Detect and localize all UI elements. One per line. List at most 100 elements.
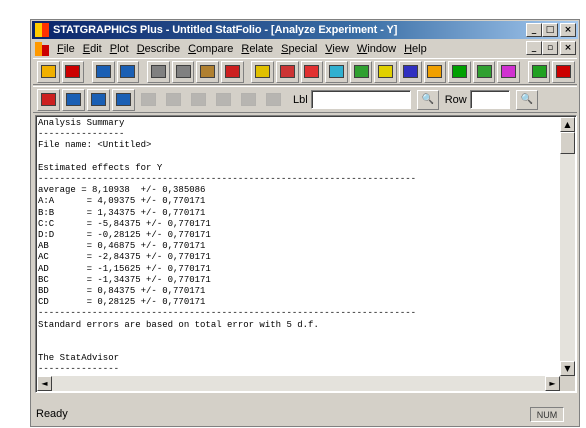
statadvisor-button[interactable] bbox=[527, 60, 551, 83]
output-line: File name: <Untitled> bbox=[38, 140, 152, 151]
plot-options-button[interactable] bbox=[251, 60, 275, 83]
table-button[interactable] bbox=[116, 60, 140, 83]
statgraphics-app-icon[interactable] bbox=[35, 23, 49, 37]
pane-options-icon bbox=[116, 93, 131, 106]
analysis-summary-text[interactable]: Analysis Summary ---------------- File nam… bbox=[38, 118, 560, 376]
graph-icon bbox=[353, 65, 369, 78]
graphs-options-icon bbox=[91, 93, 106, 106]
output-line: BC = -1,34375 +/- 0,770171 bbox=[38, 274, 211, 285]
bar-chart-button[interactable] bbox=[300, 60, 324, 83]
save-results-icon bbox=[141, 93, 156, 106]
find-row-icon[interactable]: 🔍 bbox=[515, 89, 538, 110]
output-line: AD = -1,15625 +/- 0,770171 bbox=[38, 263, 211, 274]
menu-relate[interactable]: Relate bbox=[237, 43, 277, 55]
tables-options-icon bbox=[66, 93, 81, 106]
vertical-scroll-thumb[interactable] bbox=[560, 132, 575, 154]
menu-help[interactable]: Help bbox=[400, 43, 431, 55]
maximize-button[interactable]: □ bbox=[542, 23, 558, 37]
analysis-toolbar: Lbl 🔍 Row 🔍 bbox=[33, 86, 577, 113]
menu-file[interactable]: File bbox=[53, 43, 79, 55]
menu-special[interactable]: Special bbox=[277, 43, 321, 55]
output-line: A:A = 4,09375 +/- 0,770171 bbox=[38, 196, 206, 207]
data-sheet-button[interactable] bbox=[92, 60, 115, 83]
output-line: C:C = -5,84375 +/- 0,770171 bbox=[38, 218, 211, 229]
menu-window[interactable]: Window bbox=[353, 43, 400, 55]
graph-button[interactable] bbox=[349, 60, 373, 83]
analysis-pane[interactable]: Analysis Summary ---------------- File nam… bbox=[35, 115, 577, 393]
output-line: ----------------------------------------… bbox=[38, 174, 417, 185]
mountain-chart-icon bbox=[402, 65, 418, 78]
histogram-icon bbox=[378, 65, 394, 78]
status-bar: Ready NUM bbox=[32, 403, 578, 425]
menu-describe[interactable]: Describe bbox=[133, 43, 184, 55]
close-button[interactable]: × bbox=[560, 23, 576, 37]
scatter-button[interactable] bbox=[325, 60, 348, 83]
copy-graph-button[interactable] bbox=[212, 89, 235, 111]
output-line: --------------- bbox=[38, 364, 120, 375]
smooth-icon bbox=[266, 93, 281, 106]
menu-edit[interactable]: Edit bbox=[79, 43, 106, 55]
output-line: AB = 0,46875 +/- 0,770171 bbox=[38, 241, 206, 252]
jitter-icon bbox=[191, 93, 206, 106]
document-icon[interactable] bbox=[35, 41, 49, 56]
scroll-left-icon[interactable]: ◄ bbox=[37, 376, 52, 391]
distribution-button[interactable] bbox=[171, 60, 195, 83]
doc-close-button[interactable]: × bbox=[560, 41, 576, 55]
doc-minimize-button[interactable]: _ bbox=[526, 41, 542, 55]
exclude-icon bbox=[166, 93, 181, 106]
menu-compare[interactable]: Compare bbox=[184, 43, 237, 55]
find-label-icon[interactable]: 🔍 bbox=[416, 89, 439, 110]
save-results-button[interactable] bbox=[137, 89, 160, 111]
line-chart-button[interactable] bbox=[423, 60, 447, 83]
menu-plot[interactable]: Plot bbox=[106, 43, 133, 55]
exclude-button[interactable] bbox=[162, 89, 185, 111]
input-dialog-button[interactable] bbox=[37, 88, 60, 111]
multi-chart-button[interactable] bbox=[472, 60, 496, 83]
jitter-button[interactable] bbox=[187, 89, 210, 111]
help-button[interactable] bbox=[552, 60, 576, 83]
output-line: The StatAdvisor bbox=[38, 353, 120, 364]
title-bar[interactable]: STATGRAPHICS Plus - Untitled StatFolio -… bbox=[32, 21, 578, 39]
output-line: ---------------- bbox=[38, 129, 125, 140]
scroll-corner bbox=[560, 376, 575, 391]
mountain-chart-button[interactable] bbox=[398, 60, 422, 83]
output-line: ----------------------------------------… bbox=[38, 308, 417, 319]
help-icon bbox=[556, 65, 572, 78]
label-field[interactable] bbox=[310, 90, 411, 109]
output-line: BD = 0,84375 +/- 0,770171 bbox=[38, 286, 206, 297]
multi-chart-icon bbox=[476, 65, 492, 78]
output-line: AC = -2,84375 +/- 0,770171 bbox=[38, 252, 211, 263]
print-button[interactable] bbox=[220, 60, 244, 83]
print-icon bbox=[224, 65, 240, 78]
scroll-up-icon[interactable]: ▲ bbox=[560, 117, 575, 132]
clipboard-button[interactable] bbox=[196, 60, 219, 83]
doc-restore-button[interactable]: ▫ bbox=[542, 41, 558, 55]
open-folder-button[interactable] bbox=[37, 60, 60, 83]
smooth-button[interactable] bbox=[262, 89, 285, 111]
tables-options-button[interactable] bbox=[62, 88, 85, 111]
output-line: Estimated effects for Y bbox=[38, 162, 163, 173]
row-field[interactable] bbox=[469, 90, 510, 109]
histogram-button[interactable] bbox=[374, 60, 397, 83]
main-toolbar bbox=[33, 58, 577, 85]
scroll-down-icon[interactable]: ▼ bbox=[560, 361, 575, 376]
minimize-button[interactable]: _ bbox=[526, 23, 542, 37]
num-lock-indicator: NUM bbox=[530, 407, 564, 422]
grid-button[interactable] bbox=[448, 60, 471, 83]
vertical-scrollbar[interactable]: ▲ ▼ bbox=[560, 117, 575, 376]
regression-button[interactable] bbox=[276, 60, 299, 83]
palette-button[interactable] bbox=[497, 60, 520, 83]
scroll-right-icon[interactable]: ► bbox=[545, 376, 560, 391]
graphs-options-button[interactable] bbox=[87, 88, 110, 111]
line-chart-icon bbox=[427, 65, 443, 78]
input-dialog-icon bbox=[41, 93, 56, 106]
horizontal-scrollbar[interactable]: ◄ ► bbox=[37, 376, 560, 391]
menu-view[interactable]: View bbox=[321, 43, 353, 55]
output-line: B:B = 1,34375 +/- 0,770171 bbox=[38, 207, 206, 218]
pane-options-button[interactable] bbox=[112, 88, 135, 111]
statistics-button[interactable] bbox=[147, 60, 170, 83]
row-label: Row bbox=[444, 93, 467, 106]
save-button[interactable] bbox=[61, 60, 85, 83]
analysis-options-button[interactable] bbox=[237, 89, 260, 111]
